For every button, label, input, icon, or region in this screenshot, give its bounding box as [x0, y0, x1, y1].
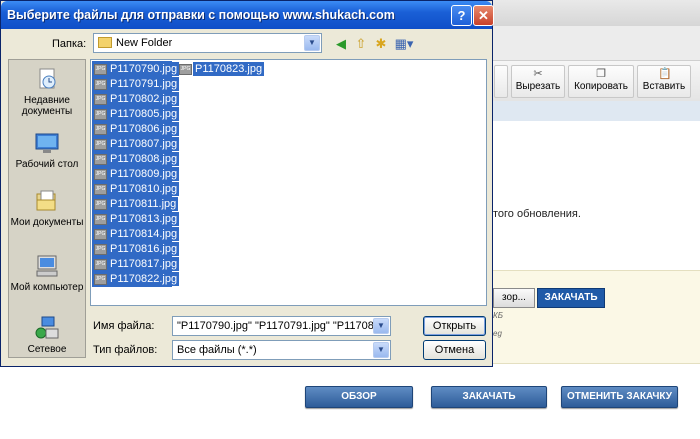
recent-documents-icon [39, 68, 56, 89]
jpg-file-icon: JPG [94, 109, 107, 120]
file-name: P1170809.jpg [108, 167, 180, 181]
folder-label: Папка: [52, 38, 87, 50]
network-icon [35, 316, 59, 339]
file-name: P1170808.jpg [108, 152, 180, 166]
dialog-title: Выберите файлы для отправки с помощью ww… [7, 8, 395, 22]
paste-icon: 📋 [658, 68, 672, 80]
jpg-file-icon: JPG [94, 154, 107, 165]
folder-value: New Folder [116, 37, 173, 49]
places-bar: Недавние документы Рабочий стол Мои доку… [8, 59, 86, 358]
jpg-file-icon: JPG [94, 244, 107, 255]
place-my-computer[interactable]: Мой компьютер [9, 253, 85, 293]
my-documents-icon [36, 190, 56, 211]
filetype-value: Все файлы (*.*) [177, 344, 257, 356]
file-name: P1170805.jpg [108, 107, 180, 121]
file-name: P1170814.jpg [108, 227, 180, 241]
help-button[interactable]: ? [451, 5, 472, 26]
place-my-documents[interactable]: Мои документы [9, 188, 85, 228]
place-recent[interactable]: Недавние документы [9, 66, 85, 117]
place-desktop[interactable]: Рабочий стол [9, 130, 85, 170]
file-name: P1170817.jpg [108, 257, 180, 271]
file-list[interactable]: JPG P1170790.jpg JPG P1170791.jpg JPG P117080… [90, 59, 487, 306]
upload-panel [491, 270, 700, 364]
jpg-file-icon: JPG [94, 199, 107, 210]
jpg-file-icon: JPG [94, 124, 107, 135]
file-name: P1170813.jpg [108, 212, 180, 226]
editor-strip [491, 101, 700, 121]
filetype-select[interactable]: Все файлы (*.*) ▼ [172, 340, 391, 360]
cut-button[interactable]: ✂ Вырезать [511, 65, 565, 98]
upload-small-button[interactable]: ЗАКАЧАТЬ [537, 288, 605, 308]
new-folder-icon[interactable]: ✱ [373, 36, 389, 52]
file-name: P1170811.jpg [108, 197, 179, 211]
paste-button[interactable]: 📋 Вставить [637, 65, 691, 98]
cancel-upload-button[interactable]: ОТМЕНИТЬ ЗАКАЧКУ [561, 386, 678, 408]
open-button[interactable]: Открыть [423, 316, 486, 336]
file-name: P1170802.jpg [108, 92, 180, 106]
chevron-down-icon[interactable]: ▼ [373, 318, 389, 334]
file-name: P1170822.jpg [108, 272, 180, 286]
dialog-title-bar[interactable]: Выберите файлы для отправки с помощью ww… [1, 1, 494, 29]
toolbar-button-partial[interactable] [494, 65, 508, 98]
file-name: P1170791.jpg [108, 77, 180, 91]
filename-label: Имя файла: [93, 320, 155, 332]
page-header-band [491, 26, 700, 60]
file-open-dialog: Выберите файлы для отправки с помощью ww… [0, 0, 494, 367]
folder-icon [98, 37, 112, 48]
blank-icon [495, 68, 507, 80]
back-icon[interactable]: ◀ [333, 36, 349, 52]
file-name: P1170790.jpg [108, 62, 180, 76]
chevron-down-icon[interactable]: ▼ [373, 342, 389, 358]
place-network[interactable]: Сетевое [9, 315, 85, 355]
desktop-icon [35, 133, 59, 153]
file-name: P1170810.jpg [108, 182, 180, 196]
close-button[interactable]: ✕ [473, 5, 494, 26]
scissors-icon: ✂ [533, 68, 543, 80]
file-name: P1170807.jpg [108, 137, 180, 151]
my-computer-icon [36, 255, 58, 277]
up-folder-icon[interactable]: ⇧ [353, 36, 369, 52]
jpg-file-icon: JPG [94, 139, 107, 150]
jpg-file-icon: JPG [94, 64, 107, 75]
ext-fragment: eg [493, 329, 502, 338]
jpg-file-icon: JPG [94, 94, 107, 105]
editor-toolbar: ✂ Вырезать ❐ Копировать 📋 Вставить [491, 60, 700, 102]
chevron-down-icon[interactable]: ▼ [304, 35, 320, 51]
filename-value: "P1170790.jpg" "P1170791.jpg" "P1170802.… [177, 320, 373, 332]
jpg-file-icon: JPG [94, 259, 107, 270]
browse-button[interactable]: ОБЗОР [305, 386, 413, 408]
jpg-file-icon: JPG [179, 64, 192, 75]
filename-input[interactable]: "P1170790.jpg" "P1170791.jpg" "P1170802.… [172, 316, 391, 336]
file-name: P1170806.jpg [108, 122, 180, 136]
jpg-file-icon: JPG [94, 184, 107, 195]
view-menu-icon[interactable]: ▦▾ [394, 36, 414, 52]
jpg-file-icon: JPG [94, 229, 107, 240]
file-name: P1170823.jpg [193, 62, 265, 76]
filetype-label: Тип файлов: [93, 344, 158, 356]
jpg-file-icon: JPG [94, 169, 107, 180]
jpg-file-icon: JPG [94, 79, 107, 90]
folder-select[interactable]: New Folder ▼ [93, 33, 322, 53]
browse-small-button[interactable]: зор... [493, 288, 535, 308]
size-fragment: КБ [493, 311, 503, 320]
copy-button[interactable]: ❐ Копировать [568, 65, 634, 98]
cancel-button[interactable]: Отмена [423, 340, 486, 360]
file-name: P1170816.jpg [108, 242, 180, 256]
copy-icon: ❐ [596, 68, 606, 80]
upload-button[interactable]: ЗАКАЧАТЬ [431, 386, 547, 408]
update-text: того обновления. [493, 208, 581, 220]
jpg-file-icon: JPG [94, 214, 107, 225]
jpg-file-icon: JPG [94, 274, 107, 285]
